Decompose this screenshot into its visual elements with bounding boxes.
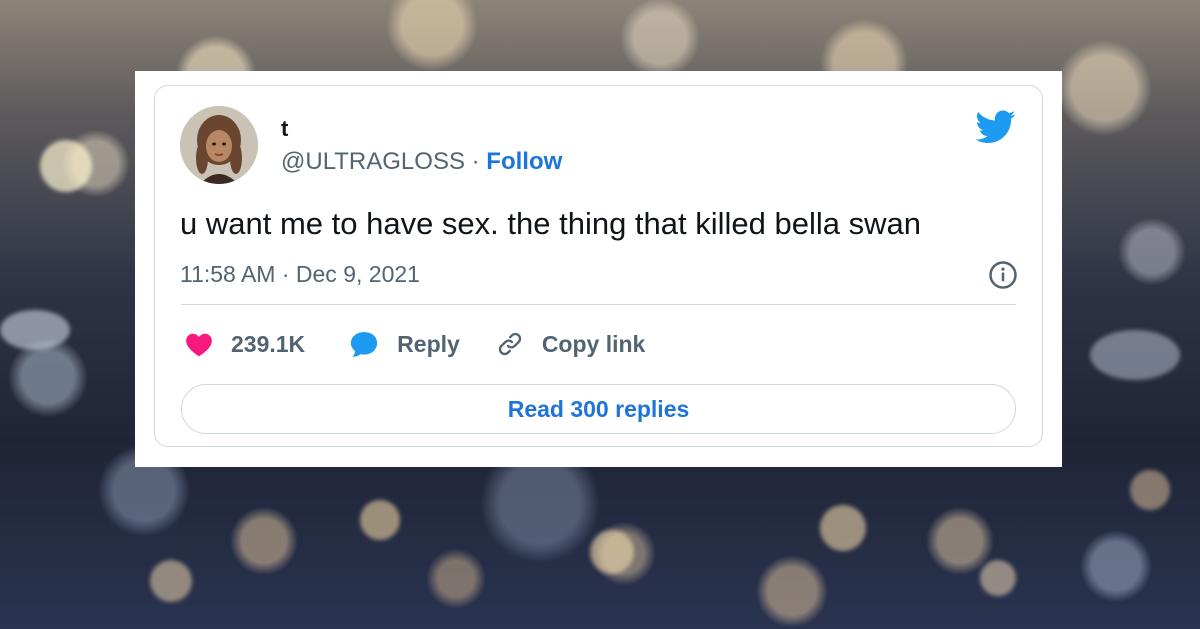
copy-link-label: Copy link	[541, 330, 646, 357]
bokeh-light	[150, 560, 192, 602]
bokeh-light	[980, 560, 1016, 596]
link-icon	[498, 332, 521, 356]
copy-link-button[interactable]: Copy link	[496, 330, 646, 358]
bokeh-light	[40, 140, 92, 192]
tweet-timestamp[interactable]: 11:58 AM · Dec 9, 2021	[180, 261, 420, 288]
bokeh-light	[360, 500, 400, 540]
user-handle[interactable]: @ULTRAGLOSS	[281, 148, 465, 175]
read-replies-label: Read 300 replies	[507, 395, 690, 422]
separator-dot: ·	[464, 148, 487, 175]
info-icon[interactable]	[988, 260, 1018, 290]
display-name[interactable]: t	[281, 116, 288, 142]
speech-bubble-icon	[351, 332, 378, 357]
bokeh-light	[1130, 470, 1170, 510]
tweet-embed-card: t @ULTRAGLOSS · Follow u want me to have…	[135, 71, 1062, 467]
avatar[interactable]	[180, 106, 258, 184]
bokeh-light	[590, 530, 634, 574]
tweet-text: u want me to have sex. the thing that ki…	[180, 206, 921, 241]
bokeh-light	[0, 310, 70, 350]
like-count: 239.1K	[231, 330, 306, 357]
reply-label: Reply	[397, 330, 460, 357]
avatar-portrait-icon	[180, 106, 258, 184]
tweet: t @ULTRAGLOSS · Follow u want me to have…	[154, 85, 1043, 447]
reply-button[interactable]: Reply	[349, 330, 460, 358]
like-button[interactable]: 239.1K	[185, 331, 305, 358]
bokeh-light	[1090, 330, 1180, 380]
handle-row: @ULTRAGLOSS · Follow	[281, 148, 562, 176]
heart-icon	[186, 333, 212, 357]
divider	[181, 304, 1016, 305]
follow-button[interactable]: Follow	[486, 148, 562, 175]
action-bar: 239.1K Reply Copy link	[185, 324, 645, 364]
bokeh-light	[820, 505, 866, 551]
read-replies-button[interactable]: Read 300 replies	[181, 384, 1016, 434]
twitter-bird-icon[interactable]	[976, 110, 1016, 144]
